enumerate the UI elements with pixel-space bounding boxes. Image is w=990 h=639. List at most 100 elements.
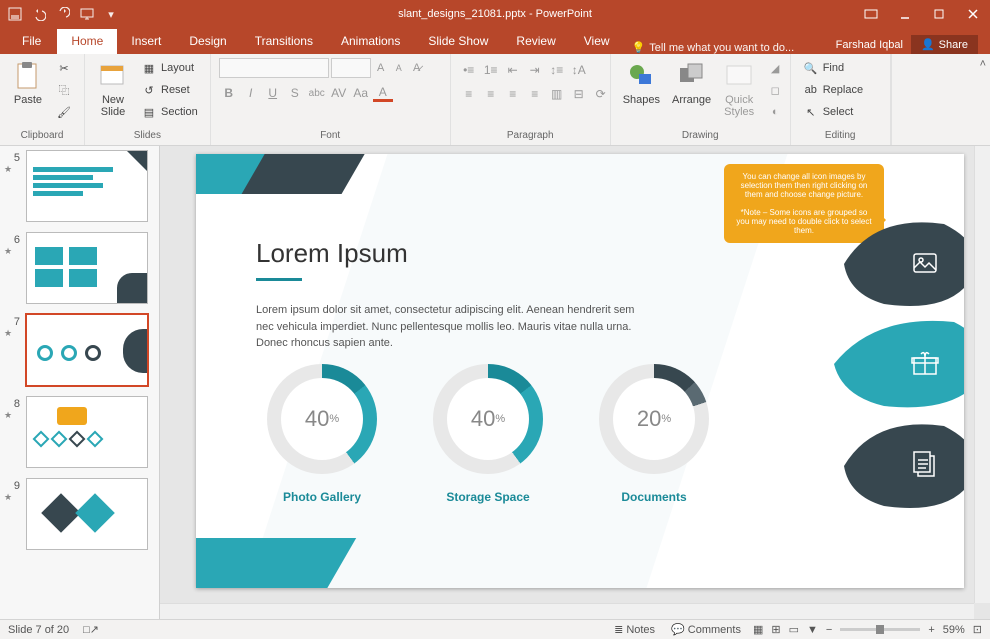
tab-view[interactable]: View: [570, 29, 624, 54]
tab-file[interactable]: File: [6, 29, 57, 54]
grow-font-icon[interactable]: A: [373, 60, 389, 76]
maximize-icon[interactable]: [922, 0, 956, 28]
thumbnail-6[interactable]: 6★: [4, 232, 151, 304]
replace-button[interactable]: abReplace: [799, 80, 867, 100]
paste-button[interactable]: Paste: [8, 58, 48, 108]
donut-storage-space[interactable]: 40% Storage Space: [422, 364, 554, 504]
spell-check-icon[interactable]: □↗: [83, 623, 99, 636]
align-left-button[interactable]: ≡: [459, 85, 479, 103]
horizontal-scrollbar[interactable]: [160, 603, 974, 619]
arrange-button[interactable]: Arrange: [668, 58, 715, 108]
spacing-button[interactable]: AV: [329, 84, 349, 102]
petal-document[interactable]: [844, 416, 964, 516]
qat-customize-icon[interactable]: ▾: [104, 7, 118, 21]
shadow-button[interactable]: abc: [307, 84, 327, 102]
font-color-button[interactable]: A: [373, 84, 393, 102]
fit-window-icon[interactable]: ⊡: [973, 623, 982, 636]
thumbnail-7[interactable]: 7★: [4, 314, 151, 386]
tab-review[interactable]: Review: [502, 29, 569, 54]
donut-documents[interactable]: 20% Documents: [588, 364, 720, 504]
save-icon[interactable]: [8, 7, 22, 21]
shape-outline-button[interactable]: ◻: [763, 80, 787, 100]
zoom-in-button[interactable]: +: [928, 624, 934, 636]
slide[interactable]: Lorem Ipsum Lorem ipsum dolor sit amet, …: [196, 154, 964, 588]
bold-button[interactable]: B: [219, 84, 239, 102]
columns-button[interactable]: ▥: [547, 85, 567, 103]
find-button[interactable]: 🔍Find: [799, 58, 867, 78]
sorter-view-icon[interactable]: ⊞: [771, 623, 780, 636]
thumbnail-5[interactable]: 5★: [4, 150, 151, 222]
shapes-button[interactable]: Shapes: [619, 58, 664, 108]
tab-animations[interactable]: Animations: [327, 29, 414, 54]
tell-me-search[interactable]: 💡 Tell me what you want to do...: [632, 41, 795, 54]
reset-button[interactable]: ↺Reset: [137, 80, 202, 100]
shrink-font-icon[interactable]: A: [391, 60, 407, 76]
collapse-ribbon-icon[interactable]: ˄: [980, 58, 986, 70]
tab-transitions[interactable]: Transitions: [241, 29, 327, 54]
justify-button[interactable]: ≡: [525, 85, 545, 103]
tab-home[interactable]: Home: [57, 29, 117, 54]
thumbnail-9[interactable]: 9★: [4, 478, 151, 550]
font-family-select[interactable]: [219, 58, 329, 78]
layout-button[interactable]: ▦Layout: [137, 58, 202, 78]
underline-button[interactable]: U: [263, 84, 283, 102]
title-bar: ▾ slant_designs_21081.pptx - PowerPoint: [0, 0, 990, 28]
align-right-button[interactable]: ≡: [503, 85, 523, 103]
section-button[interactable]: ▤Section: [137, 102, 202, 122]
start-slideshow-icon[interactable]: [80, 7, 94, 21]
redo-icon[interactable]: [56, 7, 70, 21]
select-button[interactable]: ↖Select: [799, 102, 867, 122]
tab-slideshow[interactable]: Slide Show: [414, 29, 502, 54]
align-text-button[interactable]: ⊟: [569, 85, 589, 103]
petal-gift[interactable]: [834, 314, 964, 414]
cut-button[interactable]: ✂: [52, 58, 76, 78]
zoom-out-button[interactable]: −: [826, 624, 832, 636]
slide-thumbnails-panel[interactable]: 5★ 6★ 7★: [0, 146, 160, 619]
bullets-button[interactable]: •≡: [459, 61, 479, 79]
animation-star-icon: ★: [4, 164, 20, 175]
zoom-slider[interactable]: [840, 628, 920, 631]
slide-count[interactable]: Slide 7 of 20: [8, 624, 69, 636]
slide-title[interactable]: Lorem Ipsum: [256, 238, 408, 269]
line-spacing-button[interactable]: ↕≡: [547, 61, 567, 79]
lightbulb-icon: 💡: [632, 41, 646, 54]
slide-body-text[interactable]: Lorem ipsum dolor sit amet, consectetur …: [256, 302, 636, 352]
shape-fill-button[interactable]: ◢: [763, 58, 787, 78]
close-icon[interactable]: [956, 0, 990, 28]
smartart-button[interactable]: ⟳: [591, 85, 611, 103]
slideshow-view-icon[interactable]: ▼: [807, 624, 818, 636]
reading-view-icon[interactable]: ▭: [789, 623, 799, 636]
normal-view-icon[interactable]: ▦: [753, 623, 763, 636]
ribbon-options-icon[interactable]: [854, 0, 888, 28]
quick-styles-button[interactable]: Quick Styles: [719, 58, 759, 120]
tab-insert[interactable]: Insert: [117, 29, 175, 54]
account-name[interactable]: Farshad Iqbal: [836, 39, 903, 51]
animation-star-icon: ★: [4, 328, 20, 339]
reset-label: Reset: [161, 84, 190, 96]
donut-photo-gallery[interactable]: 40% Photo Gallery: [256, 364, 388, 504]
format-painter-button[interactable]: 🖌: [52, 102, 76, 122]
strike-button[interactable]: S: [285, 84, 305, 102]
petal-image[interactable]: [844, 214, 964, 314]
italic-button[interactable]: I: [241, 84, 261, 102]
shape-effects-button[interactable]: ◐: [763, 102, 787, 122]
indent-left-button[interactable]: ⇤: [503, 61, 523, 79]
clear-format-icon[interactable]: A̷: [409, 60, 425, 76]
notes-button[interactable]: ≣Notes: [610, 623, 659, 636]
tab-design[interactable]: Design: [175, 29, 240, 54]
text-direction-button[interactable]: ↕A: [569, 61, 589, 79]
minimize-icon[interactable]: [888, 0, 922, 28]
indent-right-button[interactable]: ⇥: [525, 61, 545, 79]
vertical-scrollbar[interactable]: [974, 146, 990, 603]
numbering-button[interactable]: 1≡: [481, 61, 501, 79]
font-size-select[interactable]: [331, 58, 371, 78]
comments-button[interactable]: 💬Comments: [667, 623, 745, 636]
undo-icon[interactable]: [32, 7, 46, 21]
thumbnail-8[interactable]: 8★: [4, 396, 151, 468]
share-button[interactable]: 👤 Share: [911, 35, 978, 54]
align-center-button[interactable]: ≡: [481, 85, 501, 103]
copy-button[interactable]: ⿻: [52, 80, 76, 100]
zoom-level[interactable]: 59%: [943, 624, 965, 636]
case-button[interactable]: Aa: [351, 84, 371, 102]
new-slide-button[interactable]: New Slide: [93, 58, 133, 120]
